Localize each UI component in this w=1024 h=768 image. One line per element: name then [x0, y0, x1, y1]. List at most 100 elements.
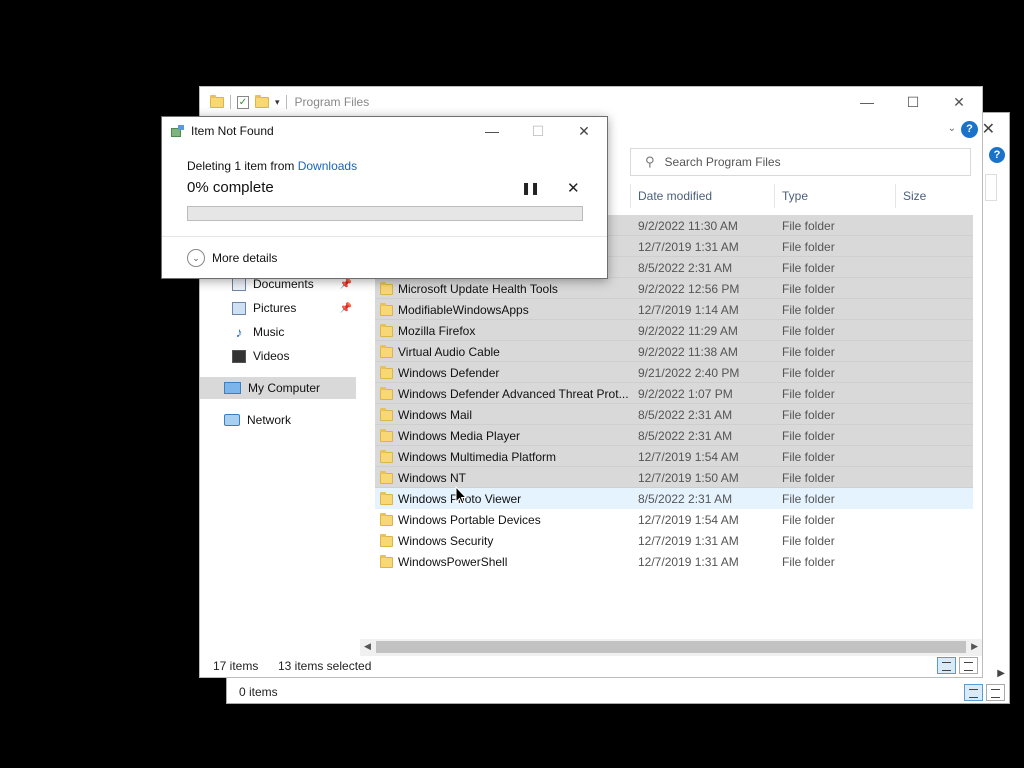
file-type: File folder: [782, 534, 835, 548]
background-view-toggles: [964, 684, 1005, 701]
file-name: Windows Mail: [398, 408, 473, 422]
divider: [230, 95, 231, 109]
file-row[interactable]: Windows Mail 8/5/2022 2:31 AM File folder: [375, 404, 973, 425]
file-date-modified: 12/7/2019 1:50 AM: [638, 471, 739, 485]
maximize-button[interactable]: ☐: [890, 87, 936, 117]
nav-item-label: Pictures: [253, 301, 297, 315]
expand-ribbon-icon[interactable]: ⌄: [948, 123, 956, 134]
file-date-modified: 9/2/2022 11:30 AM: [638, 219, 738, 233]
file-date-modified: 12/7/2019 1:31 AM: [638, 534, 739, 548]
nav-item-network[interactable]: Network: [200, 409, 356, 431]
delete-progress-dialog: Item Not Found — ☐ ✕ Deleting 1 item fro…: [161, 116, 608, 279]
quick-access-toolbar: ✓ ▾: [210, 94, 287, 109]
scroll-right-icon[interactable]: ▶: [971, 641, 978, 652]
file-row[interactable]: Windows NT 12/7/2019 1:50 AM File folder: [375, 467, 973, 488]
file-date-modified: 8/5/2022 2:31 AM: [638, 492, 733, 506]
background-search-field[interactable]: [985, 174, 997, 201]
item-count: 17 items: [213, 659, 259, 673]
folder-icon: [380, 534, 393, 547]
file-date-modified: 9/2/2022 1:07 PM: [638, 387, 733, 401]
videos-icon: [232, 349, 246, 363]
dialog-minimize-button[interactable]: —: [469, 117, 515, 145]
file-date-modified: 12/7/2019 1:31 AM: [638, 555, 739, 569]
file-date-modified: 12/7/2019 1:54 AM: [638, 513, 739, 527]
large-icons-view-icon[interactable]: [986, 684, 1005, 701]
computer-icon: [224, 382, 241, 394]
background-help-icon[interactable]: ?: [989, 147, 1005, 163]
expand-chevron-icon: ⌄: [187, 249, 205, 267]
selected-count: 13 items selected: [278, 659, 372, 673]
nav-item-label: Documents: [253, 277, 314, 291]
minimize-button[interactable]: —: [844, 87, 890, 117]
file-date-modified: 8/5/2022 2:31 AM: [638, 261, 733, 275]
file-row[interactable]: ModifiableWindowsApps 12/7/2019 1:14 AM Fi…: [375, 299, 973, 320]
divider: [285, 95, 287, 109]
file-row[interactable]: Virtual Audio Cable 9/2/2022 11:38 AM File…: [375, 341, 973, 362]
dialog-maximize-button: ☐: [531, 122, 545, 139]
file-row[interactable]: Windows Defender Advanced Threat Prot...…: [375, 383, 973, 404]
file-name: Windows Defender Advanced Threat Prot...: [398, 387, 629, 401]
folder-icon: [380, 492, 393, 505]
new-folder-icon[interactable]: [255, 94, 269, 108]
music-icon: ♪: [235, 323, 243, 340]
file-name: WindowsPowerShell: [398, 555, 508, 569]
scrollbar-thumb[interactable]: [376, 641, 966, 653]
cancel-icon[interactable]: ✕: [567, 179, 580, 197]
background-status-text: 0 items: [239, 685, 278, 699]
folder-icon: [380, 471, 393, 484]
file-row[interactable]: Windows Media Player 8/5/2022 2:31 AM File…: [375, 425, 973, 446]
nav-item-pictures[interactable]: Pictures 📌: [200, 297, 356, 319]
nav-item-music[interactable]: ♪ Music: [200, 321, 356, 343]
file-row[interactable]: Windows Portable Devices 12/7/2019 1:54 A…: [375, 509, 973, 530]
background-scroll-right-icon[interactable]: ▶: [997, 668, 1005, 679]
file-type: File folder: [782, 387, 835, 401]
file-name: Windows NT: [398, 471, 467, 485]
source-folder-link[interactable]: Downloads: [298, 159, 357, 173]
file-date-modified: 9/21/2022 2:40 PM: [638, 366, 740, 380]
operation-description: Deleting 1 item from Downloads: [187, 159, 357, 173]
dialog-title-bar: Item Not Found — ☐ ✕: [162, 117, 607, 145]
file-row[interactable]: Windows Security 12/7/2019 1:31 AM File fo…: [375, 530, 973, 551]
search-box[interactable]: ⚲: [630, 148, 971, 176]
customize-toolbar-icon[interactable]: ▾: [275, 97, 280, 108]
pause-icon[interactable]: ❚❚: [521, 181, 540, 195]
file-row[interactable]: WindowsPowerShell 12/7/2019 1:31 AM File f…: [375, 551, 973, 572]
details-view-icon[interactable]: [964, 684, 983, 701]
large-icons-view-icon[interactable]: [959, 657, 978, 674]
background-close-icon[interactable]: ✕: [982, 119, 995, 139]
pin-icon[interactable]: 📌: [340, 303, 352, 314]
file-type: File folder: [782, 429, 835, 443]
file-row[interactable]: Windows Defender 9/21/2022 2:40 PM File fo…: [375, 362, 973, 383]
help-icon[interactable]: ?: [961, 121, 978, 138]
folder-icon: [380, 555, 393, 568]
file-row[interactable]: Microsoft Update Health Tools 9/2/2022 12…: [375, 278, 973, 299]
nav-item-label: My Computer: [248, 381, 321, 395]
documents-icon: [232, 277, 246, 291]
nav-item-videos[interactable]: Videos: [200, 345, 356, 367]
nav-item-my-computer[interactable]: My Computer: [200, 377, 356, 399]
search-input[interactable]: [664, 155, 945, 169]
column-size[interactable]: Size: [895, 184, 973, 208]
file-name: Windows Defender: [398, 366, 500, 380]
scroll-left-icon[interactable]: ◀: [364, 641, 371, 652]
details-view-icon[interactable]: [937, 657, 956, 674]
column-date-modified[interactable]: Date modified: [630, 184, 774, 208]
file-type: File folder: [782, 345, 835, 359]
file-date-modified: 9/2/2022 11:29 AM: [638, 324, 738, 338]
file-row[interactable]: Windows Multimedia Platform 12/7/2019 1:5…: [375, 446, 973, 467]
file-type: File folder: [782, 261, 835, 275]
percent-complete: 0% complete: [187, 179, 274, 196]
folder-icon: [210, 94, 224, 108]
file-name: Windows Media Player: [398, 429, 521, 443]
close-button[interactable]: ✕: [936, 87, 982, 117]
file-type: File folder: [782, 513, 835, 527]
dialog-close-button[interactable]: ✕: [561, 117, 607, 145]
title-bar: ✓ ▾ Program Files — ☐ ✕: [200, 87, 982, 117]
more-details-button[interactable]: ⌄ More details: [187, 249, 277, 267]
file-row[interactable]: Mozilla Firefox 9/2/2022 11:29 AM File fol…: [375, 320, 973, 341]
file-type: File folder: [782, 492, 835, 506]
properties-icon[interactable]: ✓: [237, 95, 249, 109]
horizontal-scrollbar[interactable]: ◀ ▶: [360, 639, 982, 656]
column-type[interactable]: Type: [774, 184, 895, 208]
pin-icon[interactable]: 📌: [340, 279, 352, 290]
